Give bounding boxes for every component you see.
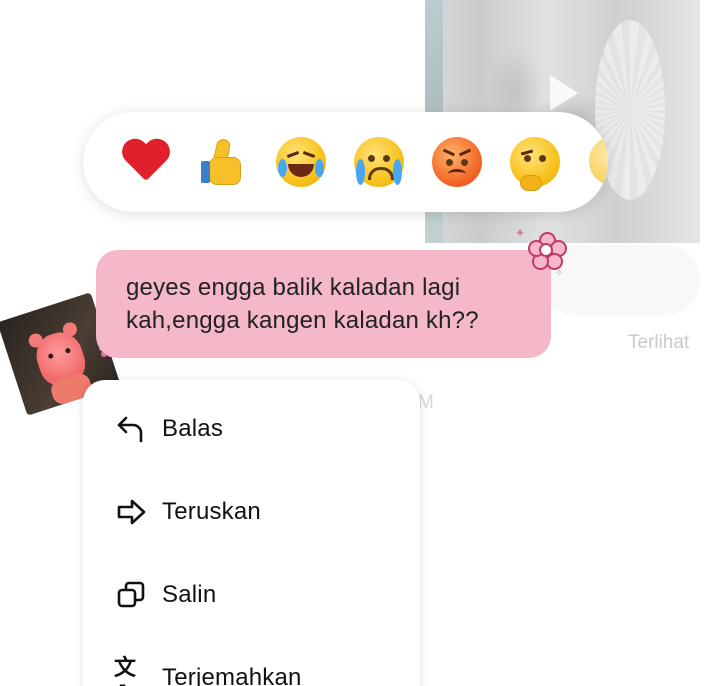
play-icon (550, 75, 578, 111)
sparkle-icon: ✧ (555, 268, 564, 279)
copy-label: Salin (162, 581, 217, 608)
heart-reaction[interactable] (115, 132, 175, 192)
menu-item-reply[interactable]: Balas (83, 399, 420, 459)
forward-icon (114, 495, 148, 529)
copy-icon (114, 578, 148, 612)
message-bubble[interactable]: geyes engga balik kaladan lagi kah,engga… (96, 250, 551, 358)
dimmed-text: M (418, 392, 434, 413)
laughing-tears-icon (276, 137, 326, 187)
translate-label: Terjemahkan (162, 664, 302, 686)
thinking-reaction[interactable] (505, 132, 565, 192)
message-context-menu: Balas Teruskan Salin 文A Terjemahk (83, 380, 420, 686)
thumbs-up-reaction[interactable] (193, 132, 253, 192)
message-text: geyes engga balik kaladan lagi kah,engga… (126, 271, 546, 337)
menu-item-forward[interactable]: Teruskan (83, 482, 420, 542)
angry-icon (432, 137, 482, 187)
menu-item-copy[interactable]: Salin (83, 565, 420, 625)
reaction-picker (83, 112, 608, 212)
menu-item-translate[interactable]: 文A Terjemahkan (83, 648, 420, 686)
thinking-icon (510, 137, 560, 191)
angry-reaction[interactable] (427, 132, 487, 192)
chat-screen: Terlihat M geyes engga balik kaladan lag… (0, 0, 720, 686)
laughing-reaction[interactable] (271, 132, 331, 192)
heart-icon (121, 140, 169, 184)
message-line-1: geyes engga balik kaladan lagi (126, 274, 461, 301)
thumbs-up-icon (201, 137, 245, 185)
translate-icon: 文A (114, 655, 137, 686)
message-line-2: kah,engga kangen kaladan kh?? (126, 307, 479, 334)
reply-label: Balas (162, 415, 224, 442)
crying-icon (354, 137, 404, 187)
forward-label: Teruskan (162, 498, 261, 525)
flower-sticker-icon (528, 232, 567, 270)
dimmed-message-pill (540, 245, 700, 315)
crying-reaction[interactable] (349, 132, 409, 192)
sparkle-icon: ✦ (515, 226, 526, 240)
reply-icon (114, 412, 148, 446)
seen-status: Terlihat (628, 332, 690, 353)
more-reactions-icon[interactable] (589, 136, 608, 186)
